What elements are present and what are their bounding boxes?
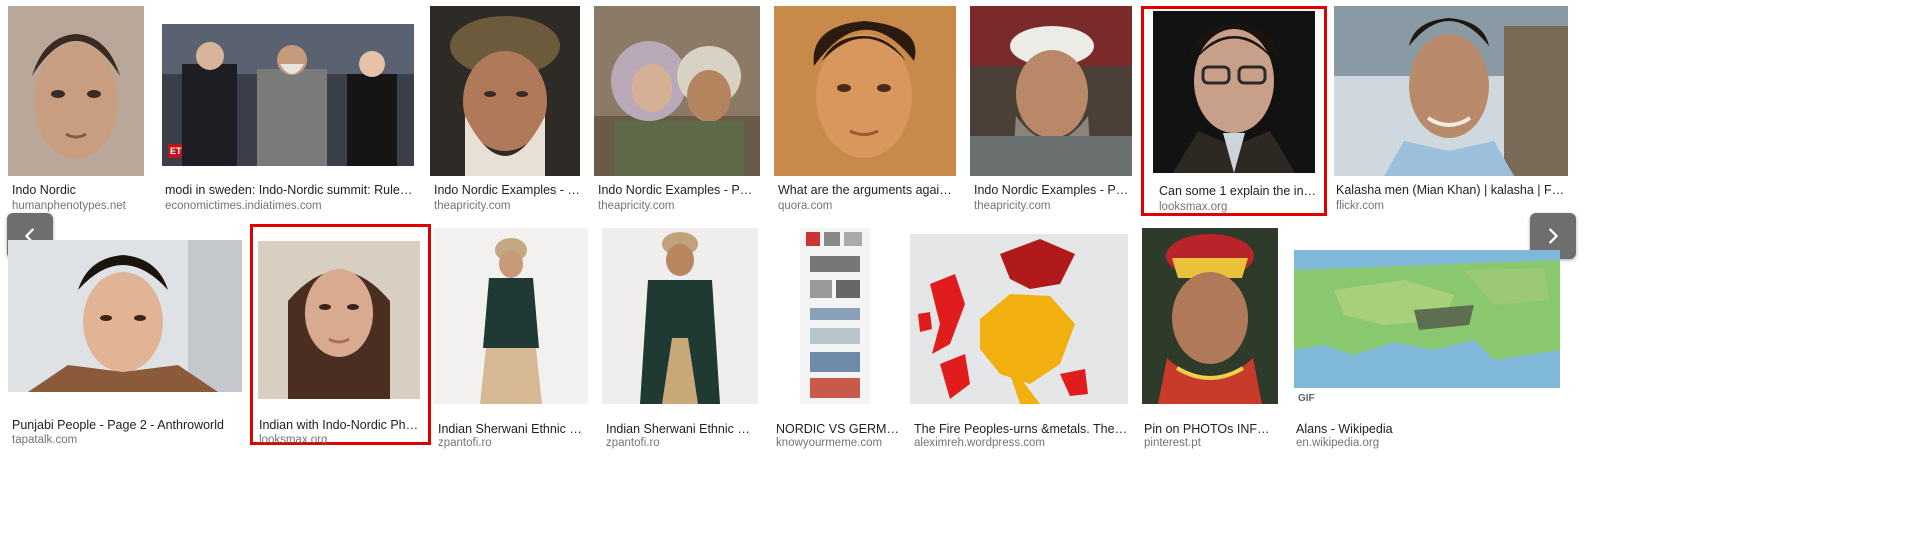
result-title[interactable]: Punjabi People - Page 2 - Anthroworld [12, 417, 242, 433]
gif-badge: GIF [1298, 393, 1315, 404]
result-card[interactable]: Indo Nordic Examples - Page 2 theapricit… [592, 6, 762, 216]
results-row-1: Indo Nordic humanphenotypes.net ET modi … [0, 0, 1911, 220]
result-thumbnail[interactable] [910, 234, 1128, 404]
result-source[interactable]: knowyourmeme.com [776, 436, 900, 450]
result-title[interactable]: Pin on PHOTOs INFOs EX... [1144, 421, 1278, 437]
result-source[interactable]: zpantofi.ro [438, 436, 588, 450]
result-card-highlighted[interactable]: Indian with Indo-Nordic Pheno | ... look… [250, 224, 431, 447]
result-title[interactable]: Indo Nordic Examples - Page 2 [974, 182, 1134, 198]
result-source[interactable]: flickr.com [1336, 199, 1566, 213]
result-thumbnail[interactable] [1153, 11, 1315, 173]
result-thumbnail[interactable] [258, 241, 420, 399]
result-thumbnail[interactable] [8, 240, 242, 392]
result-source[interactable]: humanphenotypes.net [12, 199, 148, 213]
result-thumbnail[interactable] [970, 6, 1132, 176]
result-title[interactable]: Alans - Wikipedia [1296, 421, 1560, 437]
result-card[interactable]: GIF Alans - Wikipedia en.wikipedia.org [1290, 228, 1562, 462]
result-source[interactable]: looksmax.org [259, 433, 425, 447]
result-thumbnail[interactable] [800, 228, 870, 404]
result-thumbnail[interactable] [1294, 250, 1560, 388]
result-thumbnail[interactable] [594, 6, 760, 176]
result-thumbnail[interactable] [774, 6, 956, 176]
result-title[interactable]: Indian Sherwani Ethnic Bottle ... [438, 421, 588, 437]
result-source[interactable]: aleximreh.wordpress.com [914, 436, 1128, 450]
thumbnail-badge: ET [170, 146, 182, 156]
result-source[interactable]: quora.com [778, 199, 956, 213]
result-title[interactable]: NORDIC VS GERMANIC... [776, 421, 900, 437]
result-source[interactable]: economictimes.indiatimes.com [165, 199, 415, 213]
result-title[interactable]: Indian with Indo-Nordic Pheno | ... [259, 417, 425, 433]
result-title[interactable]: Indian Sherwani Ethnic Bottle ... [606, 421, 756, 437]
result-source[interactable]: pinterest.pt [1144, 436, 1278, 450]
result-thumbnail[interactable]: ET [162, 24, 414, 166]
result-source[interactable]: theapricity.com [434, 199, 580, 213]
result-source[interactable]: looksmax.org [1159, 200, 1319, 214]
result-thumbnail[interactable] [8, 6, 144, 176]
result-card[interactable]: Indo Nordic humanphenotypes.net [8, 6, 148, 216]
result-title[interactable]: What are the arguments against loo... [778, 182, 956, 198]
result-source[interactable]: en.wikipedia.org [1296, 436, 1560, 450]
result-card[interactable]: Pin on PHOTOs INFOs EX... pinterest.pt [1140, 228, 1280, 462]
result-card[interactable]: ET modi in sweden: Indo-Nordic summit: R… [160, 6, 416, 216]
result-card[interactable]: NORDIC VS GERMANIC... knowyourmeme.com [770, 228, 900, 462]
result-source[interactable]: theapricity.com [974, 199, 1134, 213]
result-card-highlighted[interactable]: Can some 1 explain the indo no... looksm… [1141, 6, 1327, 216]
result-card[interactable]: Indian Sherwani Ethnic Bottle ... zpanto… [600, 228, 760, 462]
result-thumbnail[interactable] [430, 6, 580, 176]
result-source[interactable]: zpantofi.ro [606, 436, 756, 450]
result-card[interactable]: Punjabi People - Page 2 - Anthroworld ta… [8, 240, 242, 462]
result-card[interactable]: Indo Nordic Examples - Page 2 theapricit… [968, 6, 1134, 216]
result-card[interactable]: What are the arguments against loo... qu… [772, 6, 958, 216]
result-thumbnail[interactable] [434, 228, 588, 404]
result-title[interactable]: Kalasha men (Mian Khan) | kalasha | Flic… [1336, 182, 1566, 198]
result-title[interactable]: Indo Nordic Examples - Page 2 [598, 182, 758, 198]
result-card[interactable]: The Fire Peoples-urns &metals. The R1b C… [908, 228, 1132, 462]
result-title[interactable]: Indo Nordic Examples - Page... [434, 182, 580, 198]
results-row-2: Punjabi People - Page 2 - Anthroworld ta… [0, 222, 1911, 545]
result-title[interactable]: modi in sweden: Indo-Nordic summit: Rule… [165, 182, 415, 198]
result-thumbnail[interactable] [602, 228, 758, 404]
result-title[interactable]: Indo Nordic [12, 182, 148, 198]
result-title[interactable]: Can some 1 explain the indo no... [1159, 183, 1319, 199]
result-source[interactable]: theapricity.com [598, 199, 758, 213]
result-card[interactable]: Indo Nordic Examples - Page... theaprici… [428, 6, 582, 216]
result-thumbnail[interactable] [1334, 6, 1568, 176]
result-source[interactable]: tapatalk.com [12, 433, 242, 447]
result-title[interactable]: The Fire Peoples-urns &metals. The R1b C… [914, 421, 1128, 437]
result-thumbnail[interactable] [1142, 228, 1278, 404]
result-card[interactable]: Indian Sherwani Ethnic Bottle ... zpanto… [432, 228, 590, 462]
result-card[interactable]: Kalasha men (Mian Khan) | kalasha | Flic… [1334, 6, 1568, 216]
